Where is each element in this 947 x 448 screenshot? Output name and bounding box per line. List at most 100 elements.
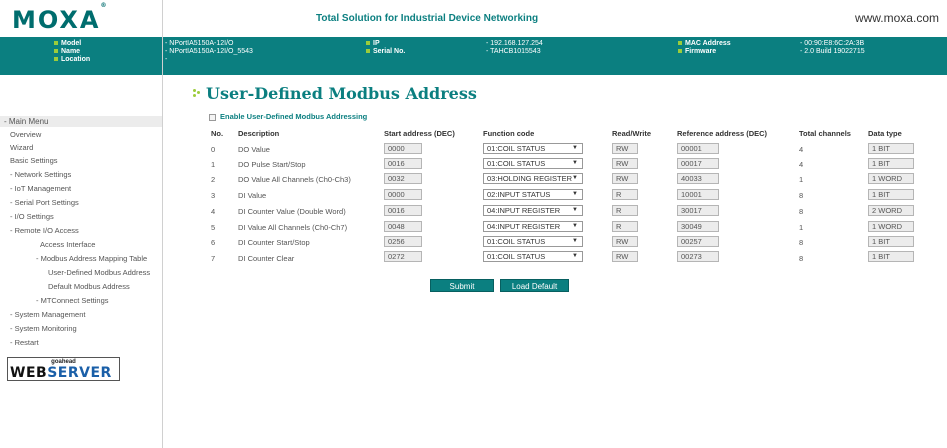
load-default-button[interactable]: Load Default: [500, 279, 569, 292]
tagline: Total Solution for Industrial Device Net…: [316, 13, 539, 24]
read-write-field: R: [612, 221, 638, 232]
info-name-label: Name: [54, 48, 80, 56]
submit-button[interactable]: Submit: [430, 279, 494, 292]
start-address-field[interactable]: 0048: [384, 221, 422, 232]
col-header-read-write: Read/Write: [612, 129, 652, 138]
sidebar-item-iot-management[interactable]: - IoT Management: [10, 184, 71, 193]
main-menu-header[interactable]: - Main Menu: [0, 116, 162, 127]
info-mac-value: - 00:90:E8:6C:2A:3B: [800, 40, 865, 47]
sidebar-item-basic-settings[interactable]: Basic Settings: [10, 156, 58, 165]
row-description: DI Counter Clear: [238, 254, 295, 263]
reference-address-field: 30049: [677, 221, 719, 232]
row-description: DO Value: [238, 145, 270, 154]
row-no: 3: [211, 191, 216, 200]
data-type-field: 1 BIT: [868, 236, 914, 247]
row-description: DO Pulse Start/Stop: [238, 160, 306, 169]
start-address-field[interactable]: 0016: [384, 158, 422, 169]
read-write-field: RW: [612, 173, 638, 184]
start-address-field[interactable]: 0256: [384, 236, 422, 247]
sidebar-item-mtconnect-settings[interactable]: - MTConnect Settings: [36, 296, 109, 305]
sidebar-item-wizard[interactable]: Wizard: [10, 143, 33, 152]
sidebar-item-default-modbus[interactable]: Default Modbus Address: [48, 282, 130, 291]
function-code-select[interactable]: 04:INPUT REGISTER ▼: [483, 221, 583, 232]
bullet-icon: [54, 41, 58, 46]
data-type-field: 1 BIT: [868, 251, 914, 262]
read-write-field: RW: [612, 236, 638, 247]
function-code-select[interactable]: 03:HOLDING REGISTER ▼: [483, 173, 583, 184]
row-description: DI Counter Start/Stop: [238, 238, 310, 247]
chevron-down-icon: ▼: [572, 175, 578, 181]
sidebar-item-serial-port-settings[interactable]: - Serial Port Settings: [10, 198, 79, 207]
function-code-select[interactable]: 02:INPUT STATUS ▼: [483, 189, 583, 200]
sidebar-item-remote-io-access[interactable]: - Remote I/O Access: [10, 226, 79, 235]
col-header-total-channels: Total channels: [799, 129, 851, 138]
start-address-field[interactable]: 0032: [384, 173, 422, 184]
sidebar-item-io-settings[interactable]: - I/O Settings: [10, 212, 54, 221]
sidebar-item-access-interface[interactable]: Access Interface: [40, 240, 95, 249]
chevron-down-icon: ▼: [572, 145, 578, 151]
sidebar-divider: [162, 0, 163, 448]
info-firmware-label: Firmware: [678, 48, 716, 56]
row-no: 7: [211, 254, 216, 263]
function-code-select[interactable]: 04:INPUT REGISTER ▼: [483, 205, 583, 216]
sidebar-item-modbus-mapping-table[interactable]: - Modbus Address Mapping Table: [36, 254, 147, 263]
sidebar-item-system-monitoring[interactable]: - System Monitoring: [10, 324, 77, 333]
reference-address-field: 00257: [677, 236, 719, 247]
function-code-select[interactable]: 01:COIL STATUS ▼: [483, 236, 583, 247]
sidebar-item-user-defined-modbus[interactable]: User-Defined Modbus Address: [48, 268, 150, 277]
info-mac-label: MAC Address: [678, 40, 731, 48]
enable-user-defined-label: Enable User-Defined Modbus Addressing: [220, 112, 368, 121]
site-url[interactable]: www.moxa.com: [855, 11, 939, 25]
info-location-value: -: [165, 56, 168, 63]
row-description: DO Value All Channels (Ch0-Ch3): [238, 175, 351, 184]
reference-address-field: 10001: [677, 189, 719, 200]
chevron-down-icon: ▼: [572, 253, 578, 259]
info-ip-label: IP: [366, 40, 380, 48]
sidebar-item-restart[interactable]: - Restart: [10, 338, 39, 347]
function-code-select[interactable]: 01:COIL STATUS ▼: [483, 143, 583, 154]
row-no: 5: [211, 223, 216, 232]
row-description: DI Value: [238, 191, 267, 200]
read-write-field: R: [612, 205, 638, 216]
row-description: DI Counter Value (Double Word): [238, 207, 346, 216]
reference-address-field: 00273: [677, 251, 719, 262]
start-address-field[interactable]: 0272: [384, 251, 422, 262]
sidebar-item-network-settings[interactable]: - Network Settings: [10, 170, 71, 179]
chevron-down-icon: ▼: [572, 160, 578, 166]
chevron-down-icon: ▼: [572, 207, 578, 213]
data-type-field: 1 BIT: [868, 143, 914, 154]
function-code-select[interactable]: 01:COIL STATUS ▼: [483, 158, 583, 169]
read-write-field: RW: [612, 143, 638, 154]
total-channels: 1: [799, 175, 804, 184]
bullet-icon: [678, 49, 682, 54]
enable-user-defined-checkbox[interactable]: [209, 114, 216, 121]
read-write-field: RW: [612, 251, 638, 262]
total-channels: 4: [799, 160, 804, 169]
read-write-field: RW: [612, 158, 638, 169]
col-header-function-code: Function code: [483, 129, 535, 138]
read-write-field: R: [612, 189, 638, 200]
start-address-field[interactable]: 0016: [384, 205, 422, 216]
goahead-webserver-badge: goahead WEBSERVER: [7, 357, 120, 381]
row-no: 1: [211, 160, 216, 169]
info-location-label: Location: [54, 56, 90, 64]
col-header-description: Description: [238, 129, 280, 138]
start-address-field[interactable]: 0000: [384, 189, 422, 200]
bullet-icon: [54, 49, 58, 54]
sidebar-item-system-management[interactable]: - System Management: [10, 310, 85, 319]
reference-address-field: 30017: [677, 205, 719, 216]
data-type-field: 1 BIT: [868, 158, 914, 169]
moxa-logo[interactable]: MOXA®: [12, 2, 107, 34]
sidebar-item-overview[interactable]: Overview: [10, 130, 41, 139]
info-model-value: - NPortIA5150A-12I/O: [165, 40, 234, 47]
bullet-icon: [366, 49, 370, 54]
total-channels: 8: [799, 191, 804, 200]
data-type-field: 1 WORD: [868, 173, 914, 184]
data-type-field: 1 BIT: [868, 189, 914, 200]
chevron-down-icon: ▼: [572, 223, 578, 229]
col-header-start-address: Start address (DEC): [384, 129, 455, 138]
start-address-field[interactable]: 0000: [384, 143, 422, 154]
row-no: 0: [211, 145, 216, 154]
bullet-icon: [54, 57, 58, 62]
function-code-select[interactable]: 01:COIL STATUS ▼: [483, 251, 583, 262]
